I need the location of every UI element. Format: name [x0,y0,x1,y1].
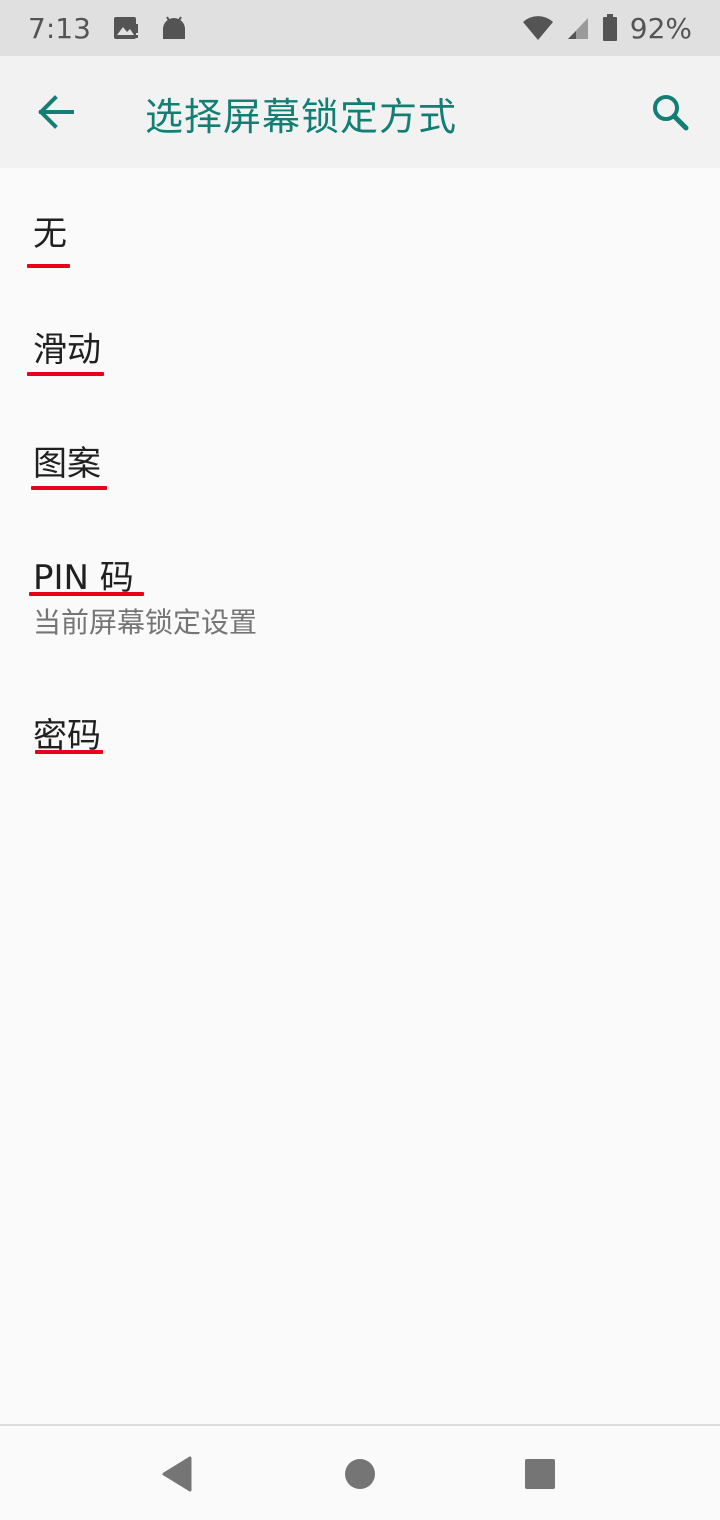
image-notification-icon [113,16,139,40]
option-swipe[interactable]: 滑动 [0,292,720,392]
status-time: 7:13 [28,11,91,45]
option-none[interactable]: 无 [0,176,720,280]
wifi-icon [522,15,554,41]
search-button[interactable] [642,84,698,140]
option-pin[interactable]: PIN 码 当前屏幕锁定设置 [0,520,720,650]
status-left: 7:13 [28,12,522,45]
status-right: 92% [522,12,692,45]
option-title: 图案 [33,444,101,484]
option-password[interactable]: 密码 [0,678,720,778]
red-underline [27,372,104,376]
home-circle-icon [345,1459,375,1489]
android-icon [161,15,187,41]
battery-percent: 92% [629,11,692,45]
option-title: 滑动 [33,330,101,370]
nav-recents-button[interactable] [518,1452,562,1496]
red-underline [35,750,103,754]
navigation-bar [0,1424,720,1520]
battery-icon [602,14,618,42]
arrow-left-icon [38,95,74,129]
option-summary: 当前屏幕锁定设置 [33,606,258,639]
page-title: 选择屏幕锁定方式 [145,95,458,139]
back-button[interactable] [28,84,84,140]
option-pattern[interactable]: 图案 [0,406,720,506]
nav-back-button[interactable] [156,1452,200,1496]
app-bar: 选择屏幕锁定方式 [0,56,720,168]
nav-home-button[interactable] [338,1452,382,1496]
status-bar: 7:13 92% [0,0,720,56]
back-triangle-icon [162,1456,192,1492]
red-underline [27,264,70,268]
red-underline [31,486,107,490]
red-underline [29,592,144,596]
recents-square-icon [525,1459,555,1489]
signal-icon [566,16,590,40]
search-icon [653,95,689,131]
option-title: 无 [33,214,67,254]
